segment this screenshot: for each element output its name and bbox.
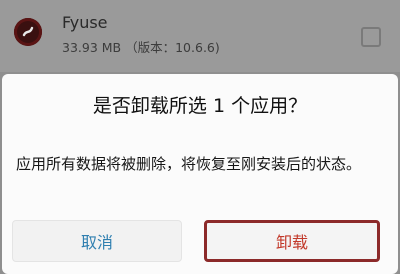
fyuse-app-icon [14, 18, 42, 46]
app-name: Fyuse [62, 13, 108, 32]
dialog-title: 是否卸载所选 1 个应用？ [92, 95, 308, 117]
app-select-checkbox[interactable] [361, 27, 381, 47]
uninstall-button[interactable]: 卸载 [204, 220, 380, 262]
uninstall-dialog: 是否卸载所选 1 个应用？ 应用所有数据将被删除，将恢复至刚安装后的状态。 取消… [2, 74, 398, 274]
cancel-button[interactable]: 取消 [12, 220, 182, 262]
app-list-item[interactable]: Fyuse 33.93 MB （版本：10.6.6) [0, 0, 400, 72]
app-version: （版本：10.6.6) [125, 40, 220, 55]
app-size: 33.93 MB [62, 40, 122, 55]
app-size-version: 33.93 MB （版本：10.6.6) [62, 37, 220, 56]
dialog-message: 应用所有数据将被删除，将恢复至刚安装后的状态。 [16, 155, 362, 173]
